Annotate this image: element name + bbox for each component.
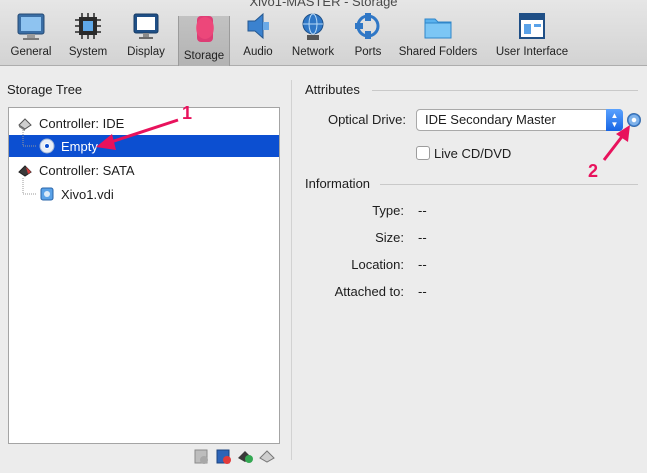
callout-2: 2 [588, 161, 599, 181]
callout-1: 1 [182, 103, 193, 123]
annotation-arrows [96, 118, 630, 161]
